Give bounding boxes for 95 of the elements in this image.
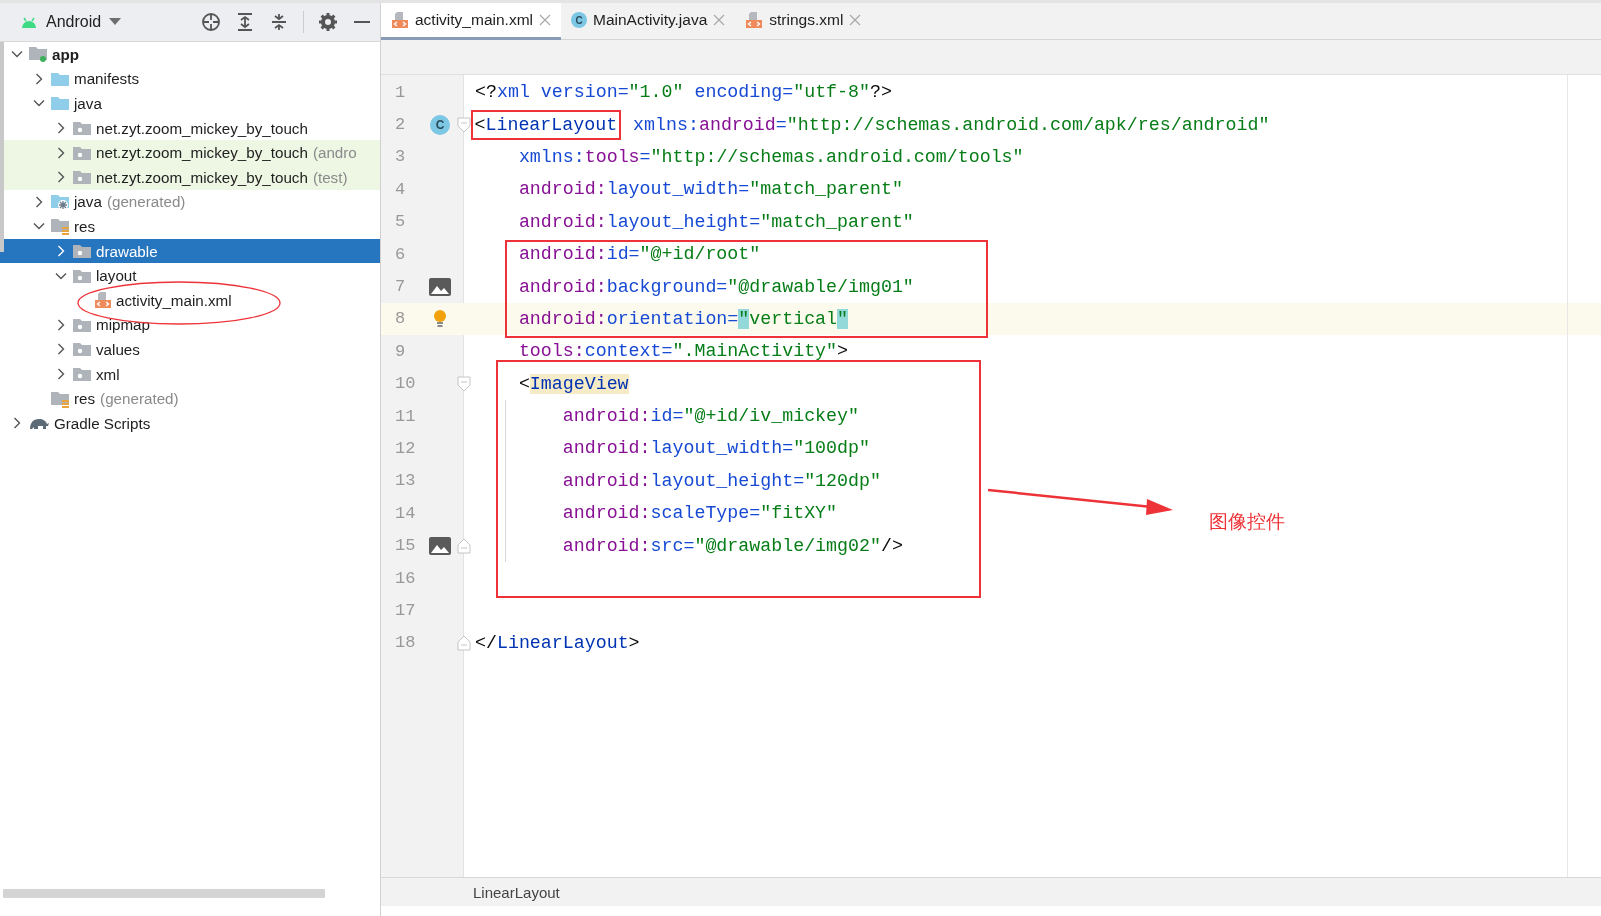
- tree-item[interactable]: xml: [0, 361, 380, 387]
- editor-tab[interactable]: activity_main.xml: [381, 3, 561, 40]
- tree-item[interactable]: manifests: [0, 66, 380, 92]
- line-number: 18: [394, 633, 417, 653]
- tree-item[interactable]: res: [0, 214, 380, 239]
- editor-tab[interactable]: C MainActivity.java: [561, 3, 736, 40]
- tree-item[interactable]: values: [0, 337, 380, 362]
- expand-all-icon[interactable]: [235, 12, 255, 32]
- folder-icon: [50, 95, 70, 112]
- tree-item[interactable]: activity_main.xml: [0, 287, 380, 313]
- line-number: 11: [394, 406, 417, 426]
- lightbulb-icon[interactable]: [432, 308, 448, 329]
- annotation-label: 图像控件: [1209, 509, 1285, 534]
- crosshair-icon[interactable]: [201, 12, 221, 32]
- line-number: 4: [394, 179, 407, 199]
- collapse-all-icon[interactable]: [269, 12, 289, 32]
- chevron-right-icon[interactable]: [55, 146, 67, 159]
- code-line: <ImageView: [517, 373, 629, 394]
- code-line: android:background="@drawable/img01": [517, 276, 914, 297]
- code-line: </LinearLayout>: [475, 632, 640, 653]
- code-line: android:src="@drawable/img02"/>: [561, 535, 903, 556]
- tree-item[interactable]: res (generated): [0, 386, 380, 411]
- class-icon: C: [571, 12, 587, 28]
- chevron-right-icon[interactable]: [33, 72, 45, 85]
- chevron-right-icon[interactable]: [11, 417, 23, 430]
- tree-item[interactable]: app: [0, 42, 380, 67]
- tree-item[interactable]: mipmap: [0, 312, 380, 338]
- chevron-right-icon[interactable]: [55, 171, 67, 184]
- line-number: 10: [394, 374, 417, 394]
- code-line: android:id="@+id/root": [517, 244, 761, 265]
- generated-folder-icon: [50, 192, 70, 211]
- folder-icon: [72, 120, 92, 137]
- tree-item[interactable]: java: [0, 91, 380, 116]
- editor-tab[interactable]: strings.xml: [735, 3, 872, 40]
- chevron-right-icon[interactable]: [55, 343, 67, 356]
- code-line: android:orientation="vertical": [517, 308, 849, 329]
- folder-icon: [72, 316, 92, 333]
- line-number: 9: [394, 341, 407, 361]
- line-number: 1: [394, 82, 407, 102]
- code-line: android:layout_height="match_parent": [517, 211, 914, 232]
- line-number: 12: [394, 439, 417, 458]
- line-number: 16: [394, 568, 417, 588]
- line-number: 13: [394, 471, 417, 491]
- chevron-right-icon[interactable]: [55, 318, 67, 331]
- xml-file-icon: [745, 11, 764, 29]
- line-number: 14: [394, 503, 417, 523]
- tree-item[interactable]: Gradle Scripts: [0, 410, 380, 436]
- code-line: tools:context=".MainActivity">: [517, 341, 849, 362]
- android-icon: [20, 15, 38, 29]
- code-line: xmlns:tools="http://schemas.android.com/tools": [517, 146, 1024, 167]
- line-number: 2: [394, 115, 407, 135]
- folder-icon: [72, 144, 92, 161]
- folder-icon: [72, 366, 92, 382]
- chevron-right-icon[interactable]: [33, 195, 45, 208]
- code-line: android:layout_height="120dp": [561, 470, 881, 491]
- module-icon: [28, 45, 48, 64]
- chevron-right-icon[interactable]: [55, 245, 67, 258]
- resource-folder-icon: [50, 217, 70, 236]
- class-icon[interactable]: C: [430, 114, 450, 135]
- code-line: android:layout_width="100dp": [561, 438, 870, 459]
- tree-item[interactable]: layout: [0, 263, 380, 288]
- line-number: 8: [394, 309, 407, 329]
- scrollbar[interactable]: [3, 889, 325, 898]
- chevron-right-icon[interactable]: [55, 122, 67, 135]
- line-number: 7: [394, 277, 407, 297]
- breadcrumb[interactable]: LinearLayout: [473, 883, 560, 901]
- code-line: xmlns:android="http://schemas.android.com/apk/res/android": [632, 114, 1270, 135]
- folder-icon: [72, 169, 92, 186]
- code-line: android:id="@+id/iv_mickey": [561, 406, 859, 427]
- line-number: 5: [394, 212, 407, 232]
- image-icon[interactable]: [428, 535, 452, 556]
- folder-icon: [50, 70, 70, 87]
- line-number: 6: [394, 244, 407, 264]
- resource-folder-icon: [50, 389, 70, 408]
- xml-file-icon: [391, 11, 409, 29]
- scrollbar[interactable]: [0, 42, 4, 252]
- tree-item[interactable]: java (generated): [0, 189, 380, 215]
- tree-item[interactable]: drawable: [0, 238, 380, 264]
- line-number: 3: [394, 147, 407, 167]
- image-icon[interactable]: [428, 276, 452, 297]
- code-line: <?xml version="1.0" encoding="utf-8"?>: [475, 82, 892, 103]
- folder-icon: [72, 243, 92, 260]
- code-line: <LinearLayout: [474, 114, 618, 135]
- caret-down-icon: [109, 18, 122, 26]
- folder-icon: [72, 341, 92, 358]
- line-number: 15: [394, 536, 417, 556]
- chevron-right-icon[interactable]: [55, 368, 67, 380]
- folder-icon: [72, 267, 92, 284]
- code-line: android:scaleType="fitXY": [561, 503, 838, 524]
- line-number: 17: [394, 600, 417, 620]
- settings-icon[interactable]: [318, 12, 338, 32]
- tree-item[interactable]: net.zyt.zoom_mickey_by_touch: [0, 115, 380, 141]
- xml-file-icon: [94, 291, 112, 310]
- view-selector[interactable]: Android: [20, 13, 122, 31]
- code-line: android:layout_width="match_parent": [517, 179, 903, 200]
